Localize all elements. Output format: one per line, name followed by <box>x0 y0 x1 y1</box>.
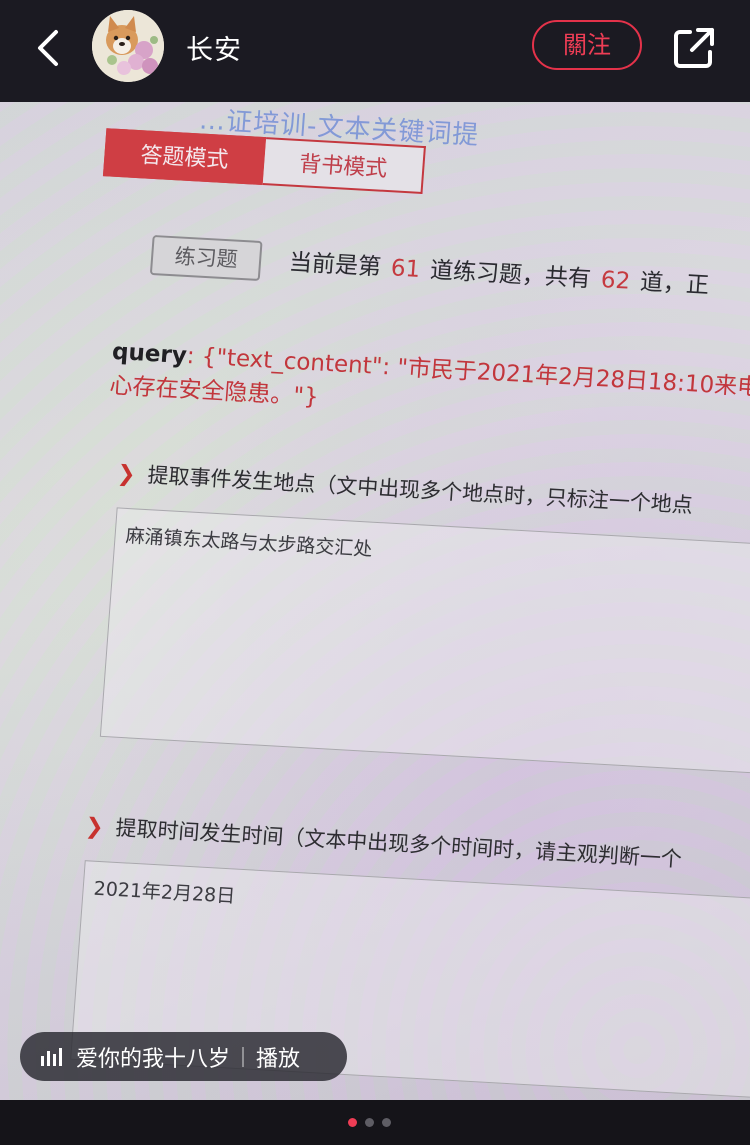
chevron-right-icon: ❯ <box>84 814 105 841</box>
location-answer-field[interactable]: 麻涌镇东太路与太步路交汇处 <box>99 507 750 781</box>
dog-with-flowers-icon <box>92 10 164 82</box>
back-arrow-icon[interactable] <box>32 26 64 70</box>
username[interactable]: 长安 <box>186 28 242 67</box>
chevron-right-icon: ❯ <box>116 461 137 488</box>
divider <box>242 1046 245 1067</box>
bottom-bar <box>0 1100 750 1145</box>
current-question-number: 61 <box>389 255 422 283</box>
photo-of-screen: …证培训-文本关键词提 答题模式 背书模式 练习题 当前是第 61 道练习题，共有 6… <box>0 102 750 1100</box>
audio-bars-icon <box>41 1047 62 1066</box>
status-suffix: 道，正 <box>639 269 710 300</box>
follow-button[interactable]: 關注 <box>532 20 642 70</box>
question-1-title: 提取事件发生地点（文中出现多个地点时，只标注一个地点 <box>146 463 694 518</box>
top-bar: 长安 關注 <box>0 0 750 102</box>
music-chip[interactable]: 爱你的我十八岁 播放 <box>20 1032 347 1081</box>
total-question-count: 62 <box>599 267 632 295</box>
practice-button[interactable]: 练习题 <box>149 234 263 282</box>
question-time-title: ❯ 提取时间发生时间（文本中出现多个时间时，请主观判断一个 <box>84 810 683 873</box>
tab-answer-mode[interactable]: 答题模式 <box>102 128 267 186</box>
progress-status: 当前是第 61 道练习题，共有 62 道，正 <box>288 243 710 300</box>
song-title: 爱你的我十八岁 <box>76 1046 231 1072</box>
play-label[interactable]: 播放 <box>256 1041 300 1073</box>
pagination-dot[interactable] <box>365 1118 374 1127</box>
query-text: query: {"text_content": "市民于2021年2月28日18… <box>108 335 750 449</box>
question-2-title: 提取时间发生时间（文本中出现多个时间时，请主观判断一个 <box>114 815 683 872</box>
status-middle: 道练习题，共有 <box>429 257 592 293</box>
avatar[interactable] <box>92 10 164 82</box>
share-icon[interactable] <box>670 24 718 72</box>
status-prefix: 当前是第 <box>288 249 382 281</box>
photographed-webpage: …证培训-文本关键词提 答题模式 背书模式 练习题 当前是第 61 道练习题，共有 6… <box>0 102 750 1100</box>
pagination-dot[interactable] <box>382 1118 391 1127</box>
tab-recite-mode[interactable]: 背书模式 <box>262 137 426 194</box>
question-location-title: ❯ 提取事件发生地点（文中出现多个地点时，只标注一个地点 <box>116 457 694 519</box>
query-label: query <box>111 338 188 370</box>
pagination-dots <box>348 1118 391 1127</box>
pagination-dot[interactable] <box>348 1118 357 1127</box>
